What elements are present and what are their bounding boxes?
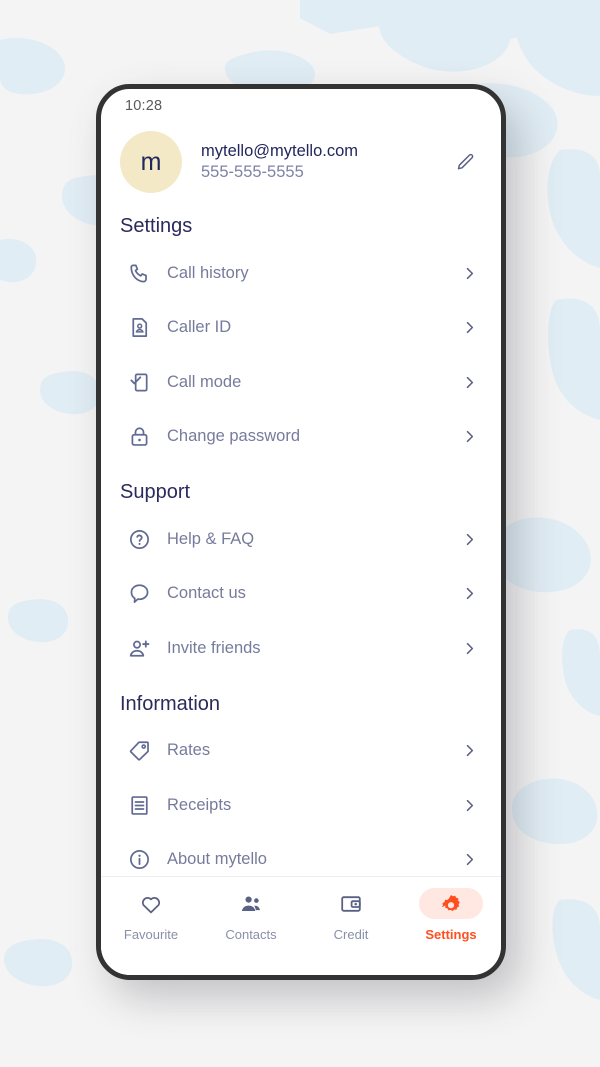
settings-row-label: Call mode [167, 372, 242, 391]
phone-icon [128, 262, 151, 285]
settings-row-call-history[interactable]: Call history [120, 246, 480, 301]
settings-row-label: Receipts [167, 795, 232, 814]
chevron-right-icon [461, 265, 478, 282]
people-icon [239, 892, 263, 916]
status-bar: 10:28 [101, 89, 501, 123]
receipt-icon-wrapper [120, 794, 158, 817]
id-card-icon-wrapper [120, 316, 158, 339]
settings-row-label: Change password [167, 427, 300, 446]
settings-row-label: Call history [167, 263, 249, 282]
settings-row-contact-us[interactable]: Contact us [120, 567, 480, 622]
nav-item-label: Contacts [225, 927, 277, 942]
edit-profile-button[interactable] [449, 146, 481, 178]
heart-icon [139, 892, 163, 916]
nav-icon-pill [319, 888, 383, 919]
status-bar-time: 10:28 [125, 98, 163, 114]
bottom-navigation: Favourite Contacts Credit Settings [101, 876, 501, 975]
tag-icon-wrapper [120, 739, 158, 762]
chevron-right-icon [461, 797, 478, 814]
nav-item-favourite[interactable]: Favourite [101, 888, 201, 941]
phone-device: 10:28 m mytello@mytello.com 555-555-5555… [96, 84, 506, 980]
settings-row-change-password[interactable]: Change password [120, 410, 480, 465]
question-circle-icon-wrapper [120, 528, 158, 551]
account-header: m mytello@mytello.com 555-555-5555 [101, 123, 501, 207]
settings-row-call-mode[interactable]: Call mode [120, 355, 480, 410]
chevron-right-icon-wrapper [461, 531, 480, 548]
chevron-right-icon [461, 742, 478, 759]
settings-row-rates[interactable]: Rates [120, 724, 480, 779]
avatar-letter: m [140, 147, 162, 176]
avatar: m [120, 131, 182, 193]
id-card-icon [128, 316, 151, 339]
chevron-right-icon-wrapper [461, 797, 480, 814]
phone-icon-wrapper [120, 262, 158, 285]
settings-list-scroll[interactable]: Settings Call history Caller ID Call mode Ch… [101, 207, 501, 876]
account-phone: 555-555-5555 [201, 163, 304, 181]
nav-item-label: Favourite [123, 927, 179, 942]
nav-icon-pill [119, 888, 183, 919]
settings-row-label: Invite friends [167, 638, 261, 657]
settings-row-receipts[interactable]: Receipts [120, 778, 480, 833]
chevron-right-icon-wrapper [461, 585, 480, 602]
gear-icon [439, 892, 463, 916]
settings-row-label: About mytello [167, 850, 267, 869]
receipt-icon [128, 794, 151, 817]
person-plus-icon-wrapper [120, 637, 158, 660]
section-title-support: Support [120, 481, 191, 503]
nav-icon-pill [219, 888, 283, 919]
nav-item-label: Credit [333, 927, 369, 942]
section-title-information: Information [120, 692, 221, 715]
chevron-right-icon [461, 531, 478, 548]
lock-icon-wrapper [120, 425, 158, 448]
wallet-icon [339, 892, 363, 916]
chevron-right-icon [461, 640, 478, 657]
chevron-right-icon [461, 428, 478, 445]
phone-check-icon [128, 371, 151, 394]
question-circle-icon [128, 528, 151, 551]
chat-bubble-icon [128, 582, 151, 605]
account-details: mytello@mytello.com 555-555-5555 [201, 141, 449, 183]
chevron-right-icon-wrapper [461, 428, 480, 445]
chevron-right-icon-wrapper [461, 374, 480, 391]
account-email: mytello@mytello.com [201, 141, 359, 160]
settings-row-label: Rates [167, 741, 211, 760]
chevron-right-icon-wrapper [461, 742, 480, 759]
chevron-right-icon [461, 319, 478, 336]
settings-row-invite-friends[interactable]: Invite friends [120, 621, 480, 676]
tag-icon [128, 739, 151, 762]
person-plus-icon [128, 637, 151, 660]
lock-icon [128, 425, 151, 448]
settings-row-caller-id[interactable]: Caller ID [120, 301, 480, 356]
phone-check-icon-wrapper [120, 371, 158, 394]
section-title-settings: Settings [120, 215, 193, 237]
chevron-right-icon-wrapper [461, 265, 480, 282]
info-circle-icon [128, 848, 151, 871]
settings-row-label: Contact us [167, 584, 246, 603]
chevron-right-icon [461, 585, 478, 602]
settings-row-label: Caller ID [167, 318, 232, 337]
settings-row-about-mytello[interactable]: About mytello [120, 833, 480, 877]
nav-item-settings[interactable]: Settings [401, 888, 501, 941]
chat-bubble-icon-wrapper [120, 582, 158, 605]
nav-item-label: Settings [425, 927, 477, 942]
chevron-right-icon-wrapper [461, 319, 480, 336]
info-circle-icon-wrapper [120, 848, 158, 871]
chevron-right-icon [461, 374, 478, 391]
chevron-right-icon-wrapper [461, 640, 480, 657]
nav-item-contacts[interactable]: Contacts [201, 888, 301, 941]
nav-icon-pill [419, 888, 483, 919]
nav-item-credit[interactable]: Credit [301, 888, 401, 941]
settings-row-label: Help & FAQ [167, 529, 255, 548]
chevron-right-icon-wrapper [461, 851, 480, 868]
chevron-right-icon [461, 851, 478, 868]
pencil-icon [457, 153, 473, 169]
settings-row-help-and-faq[interactable]: Help & FAQ [120, 512, 480, 567]
